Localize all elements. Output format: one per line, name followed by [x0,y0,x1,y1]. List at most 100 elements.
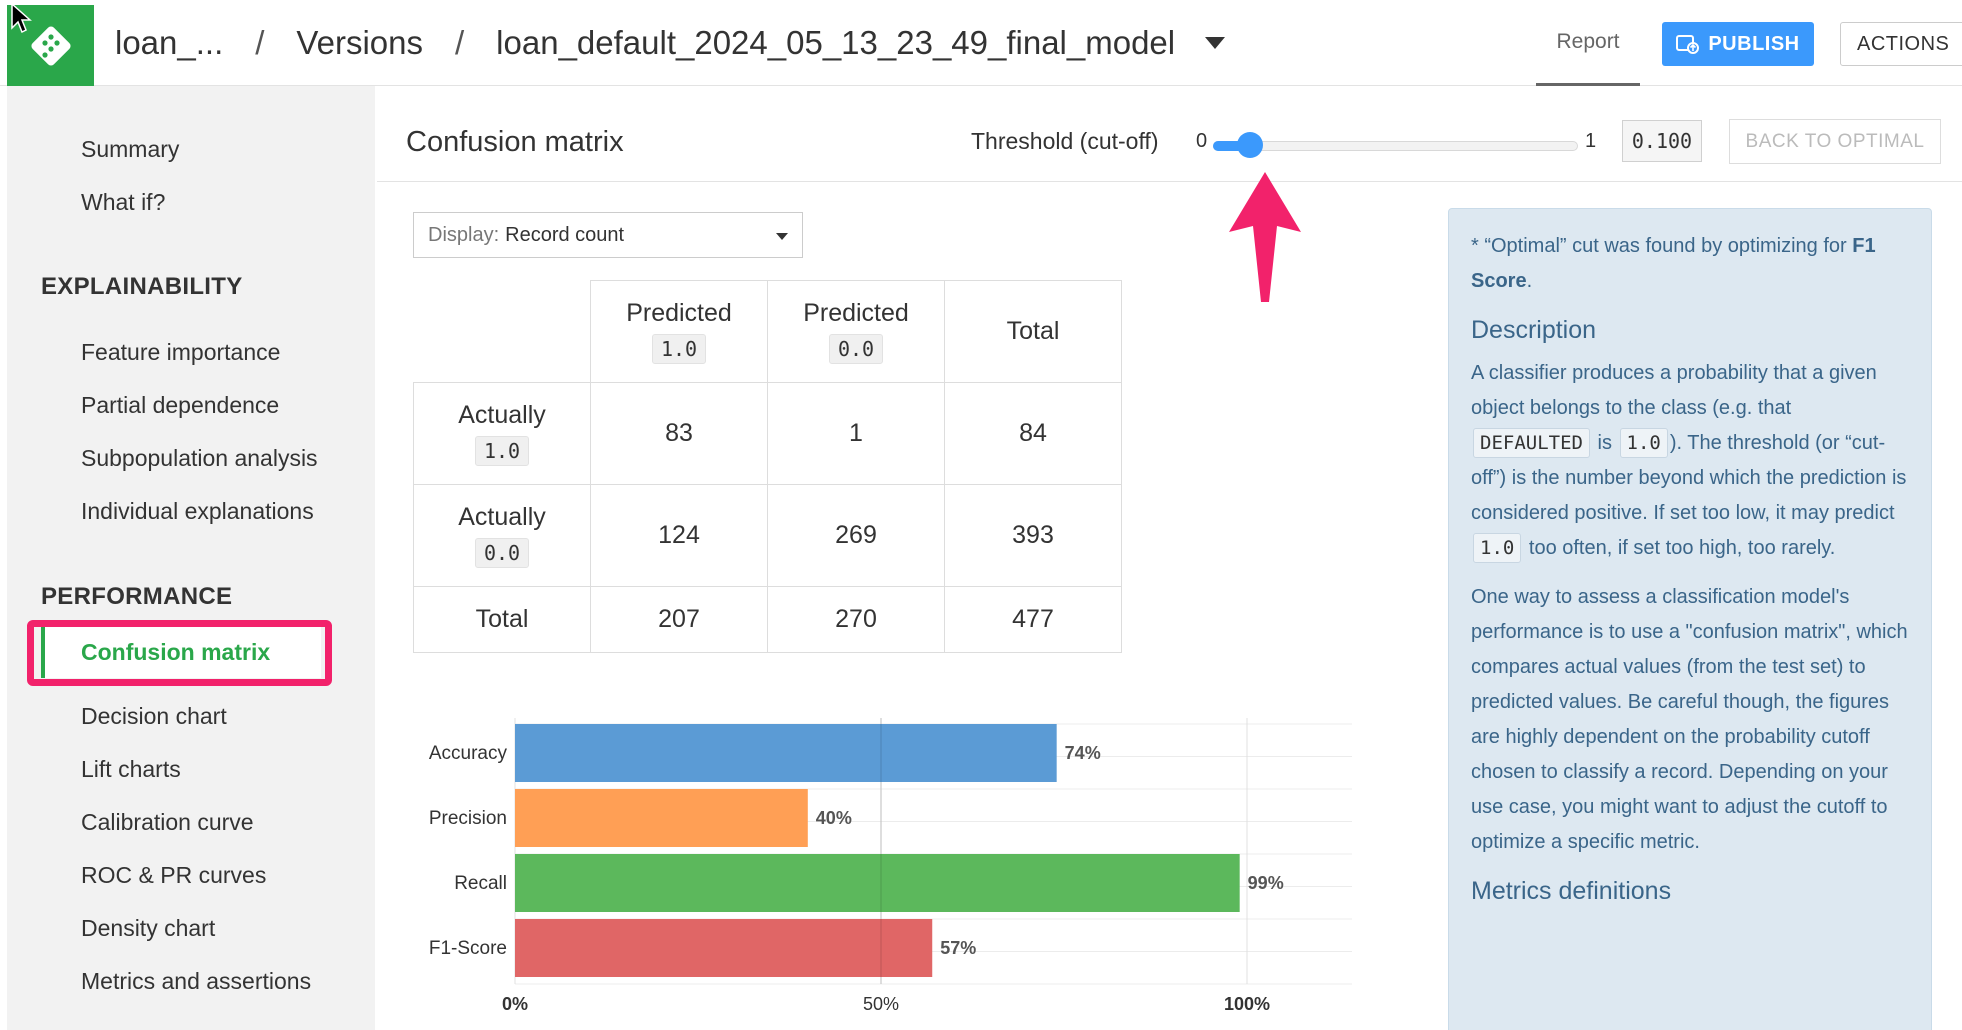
threshold-max-label: 1 [1585,130,1597,152]
sidebar-item-what-if[interactable]: What if? [81,189,165,216]
desc-text: A classifier produces a probability that… [1471,362,1877,419]
description-heading: Description [1471,316,1597,344]
threshold-value-input[interactable]: 0.100 [1622,120,1702,162]
header-total: Total [944,280,1122,383]
desc-text: is [1597,432,1612,454]
header-predicted-label: Predicted [626,299,732,327]
cell-col2-total: 270 [767,586,945,653]
cell-true-positive: 83 [590,382,768,485]
data-label: 57% [940,938,976,958]
row-actually-label: Actually [458,503,546,531]
header-predicted-pos: Predicted 1.0 [590,280,768,383]
data-label: 99% [1248,873,1284,893]
sidebar-item-subpopulation-analysis[interactable]: Subpopulation analysis [81,445,318,472]
row-header-actually-pos: Actually 1.0 [413,382,591,485]
display-select-value: Record count [505,223,625,246]
tick-label: 0% [502,994,528,1014]
tick-label: 100% [1224,994,1270,1014]
inline-code: DEFAULTED [1473,428,1590,458]
dice-logo-icon [30,25,71,66]
publish-button[interactable]: PUBLISH [1662,22,1814,66]
metrics-definitions-heading: Metrics definitions [1471,877,1672,905]
breadcrumb-separator: / [255,24,265,61]
header-predicted-neg: Predicted 0.0 [767,280,945,383]
bar-f1-score [515,919,933,977]
header-predicted-label: Predicted [803,299,909,327]
breadcrumb-versions[interactable]: Versions [296,24,423,62]
class-code: 0.0 [474,538,530,568]
display-select-key: Display: [428,223,500,246]
sidebar-item-metrics-assertions[interactable]: Metrics and assertions [81,968,311,995]
cell-false-negative: 1 [767,382,945,485]
main-panel: Confusion matrix Threshold (cut-off) 0 1… [377,104,1962,1030]
threshold-label: Threshold (cut-off) [971,128,1159,154]
info-panel: * “Optimal” cut was found by optimizing … [1448,208,1932,1030]
tab-report[interactable]: Report [1536,0,1640,86]
confusion-matrix-table: Predicted 1.0 Predicted 0.0 Total Actual… [413,280,1122,653]
panel-header: Confusion matrix Threshold (cut-off) 0 1… [377,104,1962,182]
cell-row1-total: 84 [944,382,1122,485]
threshold-slider-handle[interactable] [1236,132,1263,158]
optimal-note: * “Optimal” cut was found by optimizing … [1471,229,1909,299]
sidebar: Summary What if? EXPLAINABILITY Feature … [7,86,375,1030]
breadcrumb: loan_... / Versions / loan_default_2024_… [115,20,1226,66]
category-label: Accuracy [429,743,508,764]
publish-label: PUBLISH [1708,32,1800,55]
category-label: F1-Score [429,938,507,959]
metrics-bar-chart: Accuracy 74% Precision 40% Recall 99% F1-Score… [429,718,1352,1014]
section-heading-performance: PERFORMANCE [41,583,233,610]
sidebar-item-partial-dependence[interactable]: Partial dependence [81,392,279,419]
bar-precision [515,789,808,847]
sidebar-item-roc-pr-curves[interactable]: ROC & PR curves [81,862,266,889]
sidebar-item-calibration-curve[interactable]: Calibration curve [81,809,254,836]
sidebar-item-feature-importance[interactable]: Feature importance [81,339,280,366]
bar-accuracy [515,724,1057,782]
class-code: 0.0 [828,334,884,364]
category-label: Recall [454,873,507,894]
bar-recall [515,854,1240,912]
threshold-min-label: 0 [1196,130,1208,152]
data-label: 74% [1065,743,1101,763]
actions-button[interactable]: ACTIONS [1840,22,1962,66]
optimal-note-end: . [1526,270,1533,292]
breadcrumb-model[interactable]: loan_default_2024_05_13_23_49_final_mode… [496,24,1175,62]
threshold-slider-track[interactable] [1213,141,1578,151]
chevron-down-icon[interactable] [1205,37,1226,49]
cell-col1-total: 207 [590,586,768,653]
row-actually-label: Actually [458,401,546,429]
cell-false-positive: 124 [590,484,768,587]
publish-icon [1676,35,1700,54]
desc-text: too often, if set too high, too rarely. [1528,537,1836,559]
highlight-box [27,620,332,686]
sidebar-item-decision-chart[interactable]: Decision chart [81,703,227,730]
inline-code: 1.0 [1619,428,1668,458]
display-select[interactable]: Display: Record count [413,212,803,258]
sidebar-item-density-chart[interactable]: Density chart [81,915,215,942]
chevron-down-icon [776,233,788,240]
sidebar-item-lift-charts[interactable]: Lift charts [81,756,181,783]
inline-code: 1.0 [1473,533,1522,563]
description-paragraph-1: A classifier produces a probability that… [1471,356,1909,566]
data-label: 40% [816,808,852,828]
sidebar-item-individual-explanations[interactable]: Individual explanations [81,498,314,525]
class-code: 1.0 [651,334,707,364]
row-header-total: Total [413,586,591,653]
table-corner [413,280,591,383]
category-label: Precision [429,808,507,829]
page-title: Confusion matrix [406,126,624,158]
cell-grand-total: 477 [944,586,1122,653]
back-to-optimal-button[interactable]: BACK TO OPTIMAL [1729,119,1941,164]
class-code: 1.0 [474,436,530,466]
row-header-actually-neg: Actually 0.0 [413,484,591,587]
optimal-note-text: * “Optimal” cut was found by optimizing … [1471,235,1847,257]
sidebar-item-summary[interactable]: Summary [81,136,179,163]
annotation-arrow-icon [1229,172,1301,302]
section-heading-explainability: EXPLAINABILITY [41,273,243,300]
tick-label: 50% [863,994,899,1014]
cell-true-negative: 269 [767,484,945,587]
breadcrumb-separator: / [455,24,465,61]
top-bar: loan_... / Versions / loan_default_2024_… [0,0,1962,86]
breadcrumb-project[interactable]: loan_... [115,24,223,62]
cell-row2-total: 393 [944,484,1122,587]
mouse-cursor-icon [11,2,32,34]
